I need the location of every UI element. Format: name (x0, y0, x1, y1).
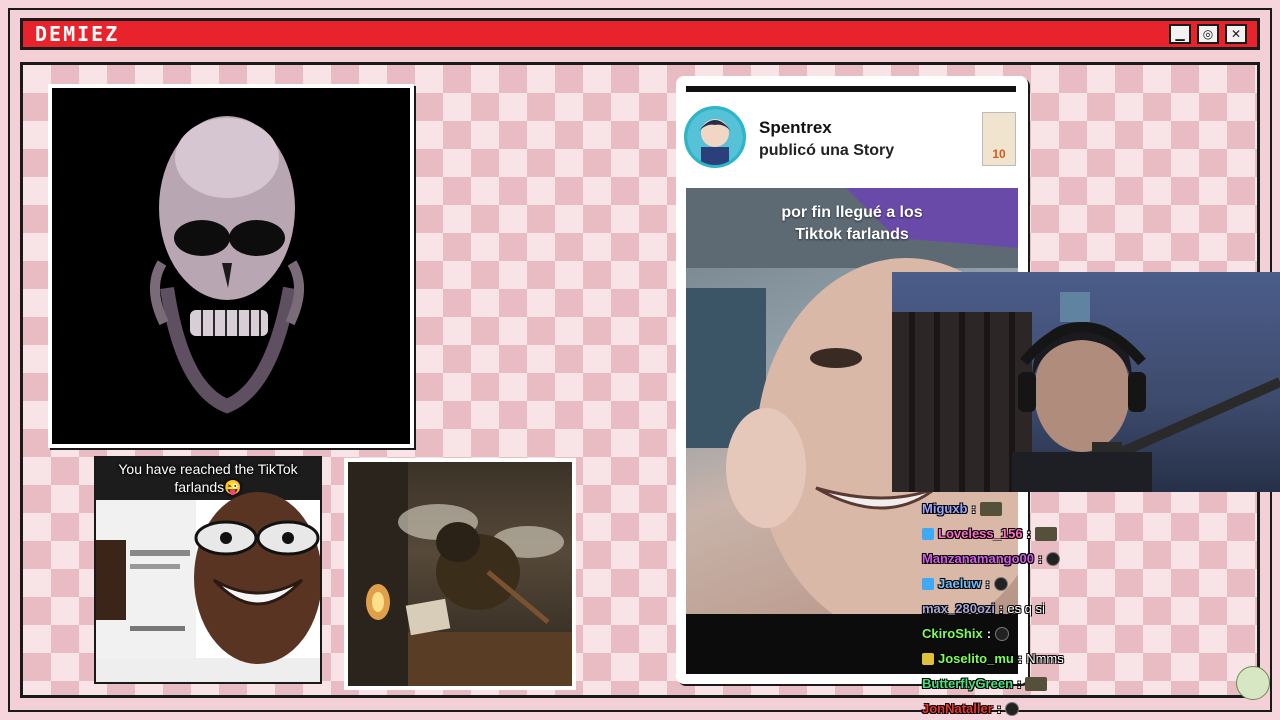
chat-overlay: Miguxb: Loveless_156: Manzanamango00: Jaelu… (922, 496, 1278, 720)
chat-text: Nmms (1026, 651, 1064, 666)
chat-username[interactable]: Miguxb (922, 501, 968, 516)
close-button[interactable]: ✕ (1225, 24, 1247, 44)
skull-image-frame (48, 84, 414, 448)
chat-emote-icon (979, 501, 1002, 516)
chat-username[interactable]: Manzanamango00 (922, 551, 1034, 566)
chat-emote-icon (1005, 701, 1020, 716)
story-caption: por fin llegué a los Tiktok farlands (686, 202, 1018, 246)
chat-text: es q si (1007, 601, 1045, 616)
story-caption-line-2: Tiktok farlands (795, 226, 909, 243)
story-progress-bar (686, 86, 1016, 92)
chat-separator: : (1026, 526, 1031, 541)
meme-caption: You have reached the TikTok farlands😜 (118, 461, 298, 495)
story-action-text: publicó una Story (759, 142, 895, 159)
chat-badge-icon (922, 527, 934, 540)
chat-separator: : (1037, 551, 1043, 566)
chat-username[interactable]: ButterflyGreen (922, 676, 1013, 691)
chat-separator: : (1017, 676, 1022, 691)
farlands-meme-image: You have reached the TikTok farlands😜 (94, 456, 322, 684)
story-username[interactable]: Spentrex (759, 118, 832, 138)
chat-username[interactable]: Jaeluw (938, 576, 981, 591)
streamer-webcam-icon (892, 292, 1280, 492)
chat-emote-icon (995, 626, 1010, 641)
story-header: Spentrex publicó una Story 10 (684, 106, 1020, 172)
chat-separator: : (986, 626, 992, 641)
avatar[interactable] (684, 106, 746, 168)
chat-separator: : (1017, 651, 1023, 666)
thumbnail-number: 10 (992, 147, 1006, 161)
chat-username[interactable]: JonNataller (922, 701, 993, 716)
avatar-icon (687, 109, 743, 165)
chat-message: ButterflyGreen: (922, 671, 1278, 696)
chat-username[interactable]: max_280ozi (922, 601, 995, 616)
chat-message: Manzanamango00: (922, 546, 1278, 571)
chat-username[interactable]: CkiroShix (922, 626, 983, 641)
bee-violin-image-frame (344, 458, 576, 690)
chat-message: Loveless_156: (922, 521, 1278, 546)
chat-username[interactable]: Joselito_mu (938, 651, 1014, 666)
chat-separator: : (971, 501, 976, 516)
chat-emote-icon (1046, 551, 1061, 566)
chat-emote-icon (1025, 676, 1048, 691)
bee-violin-image (348, 462, 572, 686)
chat-emote-icon (993, 576, 1008, 591)
story-thumbnail[interactable]: 10 (982, 112, 1016, 166)
chat-separator: : (985, 576, 990, 591)
maximize-button[interactable]: ◎ (1197, 24, 1219, 44)
channel-logo-icon (1236, 666, 1270, 700)
chat-separator: : (996, 701, 1002, 716)
chat-message: CkiroShix: (922, 621, 1278, 646)
story-caption-line-1: por fin llegué a los (781, 204, 923, 221)
window-controls: ▁ ◎ ✕ (1169, 24, 1247, 44)
chat-message: Jaeluw: (922, 571, 1278, 596)
chat-emote-icon (1034, 526, 1057, 541)
minimize-button[interactable]: ▁ (1169, 24, 1191, 44)
webcam-feed (892, 272, 1280, 492)
chat-message: Miguxb: (922, 496, 1278, 521)
chat-badge-icon (922, 577, 934, 590)
chat-message: max_280ozi: es q si (922, 596, 1278, 621)
chat-separator: : (999, 601, 1004, 616)
skull-icon (52, 88, 410, 444)
chat-message: Joselito_mu: Nmms (922, 646, 1278, 671)
chat-message: JonNataller: (922, 696, 1278, 720)
skull-image (52, 88, 410, 444)
bee-icon (348, 462, 572, 686)
chat-username[interactable]: Loveless_156 (938, 526, 1023, 541)
chat-badge-icon (922, 652, 934, 665)
title-bar: DEMIEZ ▁ ◎ ✕ (20, 18, 1260, 50)
window-title: DEMIEZ (35, 22, 120, 46)
